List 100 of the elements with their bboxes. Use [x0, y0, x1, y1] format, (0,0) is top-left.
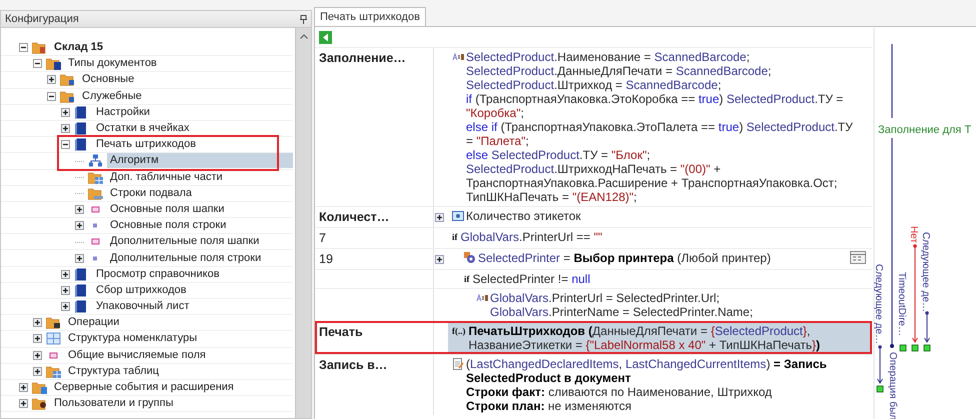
pin-icon[interactable]	[300, 14, 307, 24]
tree-item[interactable]: Операции	[65, 315, 293, 330]
collapse-toggle[interactable]	[61, 140, 70, 150]
tree-item[interactable]: Доп. табличные части	[107, 170, 293, 185]
collapse-toggle[interactable]	[47, 92, 56, 101]
code-block[interactable]: if SelectedPrinter != null	[448, 270, 872, 288]
tree-item[interactable]: Основные поля строки	[107, 218, 293, 234]
tree-item[interactable]: Общие вычисляемые поля	[65, 348, 293, 363]
tree-item[interactable]: Структура номенклатуры	[65, 331, 293, 346]
step-marker: f(..)	[452, 325, 466, 338]
tree-item[interactable]: Структура таблиц	[65, 364, 293, 379]
calendar-icon[interactable]	[850, 251, 866, 264]
tree-item[interactable]: Настройки	[93, 104, 293, 120]
code-line: SelectedProduct в документ	[466, 371, 632, 385]
code-line: SelectedProduct.ШтрихкодНаПечать = "(00)" +	[466, 162, 722, 176]
expand-toggle[interactable]	[61, 108, 70, 117]
code-line: = "Палета";	[466, 134, 530, 148]
gear-icon	[464, 252, 476, 264]
expand-toggle[interactable]	[75, 204, 84, 214]
expand-toggle[interactable]	[61, 124, 70, 134]
expand-toggle[interactable]	[434, 255, 444, 264]
expand-toggle[interactable]	[33, 350, 42, 360]
tree-item[interactable]: Строки подвала	[107, 186, 293, 201]
tree-item[interactable]: Пользователи и группы	[51, 396, 293, 412]
port-square[interactable]	[900, 344, 906, 352]
expand-toggle[interactable]	[61, 302, 70, 312]
tree-item[interactable]: Дополнительные поля строки	[107, 250, 293, 266]
code-block[interactable]: if GlobalVars.PrinterUrl == ""	[448, 228, 872, 248]
tree-item[interactable]: Алгоритм	[107, 153, 293, 168]
step-label: 7	[319, 231, 326, 245]
tree-item[interactable]: Сбор штрихкодов	[93, 282, 293, 298]
folder-icon	[46, 364, 61, 378]
folder-icon	[60, 73, 75, 86]
code-block[interactable]: GlobalVars.PrinterUrl = SelectedPrinter.Url; GlobalVars.PrinterName = SelectedPrinter.Name;	[448, 289, 872, 321]
expand-toggle[interactable]	[75, 254, 84, 263]
collapse-toggle[interactable]	[19, 43, 28, 52]
step-label: Заполнение…	[319, 51, 406, 65]
folder-icon	[32, 397, 47, 410]
code-line: ТранспортнаяУпаковка.Расширение + ТранспортнаяУпаковка.Ост;	[466, 176, 838, 190]
expand-toggle[interactable]	[61, 270, 70, 279]
expand-toggle[interactable]	[47, 75, 56, 84]
expand-toggle[interactable]	[19, 399, 28, 408]
tree-item[interactable]: Упаковочный лист	[93, 299, 293, 314]
group-icon	[452, 210, 464, 222]
scrollbar[interactable]	[295, 28, 311, 418]
connector-arrow	[877, 345, 883, 384]
code-line: ПечатьШтрихкодов (ДанныеДляПечати = {SelectedProduct},	[468, 324, 812, 338]
expand-toggle[interactable]	[33, 334, 42, 344]
expand-toggle[interactable]	[33, 366, 42, 376]
book-icon	[74, 284, 89, 297]
code-line: SelectedProduct.ДанныеДляПечати = ScannedBarcode;	[466, 64, 772, 78]
assign-icon	[452, 51, 464, 63]
tree-item[interactable]: Печать штрихкодов	[93, 137, 293, 152]
tab[interactable]: Печать штрихкодов	[314, 7, 426, 26]
folder-icon	[46, 57, 61, 70]
tree-item[interactable]: Основные поля шапки	[107, 202, 293, 217]
step-label: 19	[319, 252, 333, 266]
code-line: else if (ТранспортнаяУпаковка.ЭтоПалета == true) SelectedProduct.ТУ	[466, 120, 853, 134]
code-block[interactable]: (LastChangedDeclaredItems, LastChangedCurrentItems) = Запись SelectedProduct в документ Строки факт: сливаются по Наименование, Штрихкод Строки план: не изменяются	[448, 355, 872, 415]
connector-label: Нет	[908, 226, 919, 244]
tree-item[interactable]: Остатки в ячейках	[93, 121, 293, 136]
code-block[interactable]: SelectedPrinter = Выбор принтера (Любой принтер)	[448, 249, 872, 269]
port-square[interactable]	[924, 344, 930, 352]
expand-toggle[interactable]	[75, 221, 84, 230]
tree-item[interactable]: Основные	[79, 72, 293, 88]
tree-item[interactable]: Дополнительные поля шапки	[107, 234, 293, 250]
port-square[interactable]	[876, 386, 884, 392]
connector-arrow	[924, 311, 930, 343]
code-line: Строки план: не изменяются	[466, 399, 633, 413]
folder-icon	[32, 41, 47, 54]
code-block[interactable]: Количество этикеток	[448, 207, 872, 227]
expand-toggle[interactable]	[61, 286, 70, 295]
book-icon	[74, 138, 89, 152]
expand-toggle[interactable]	[19, 383, 28, 392]
folder-icon	[60, 90, 75, 103]
connector-label: TimeoutDire…	[896, 272, 907, 336]
chevron-up-icon[interactable]	[300, 34, 308, 39]
port-square[interactable]	[912, 344, 918, 352]
code-line: "Коробка";	[466, 106, 525, 120]
back-icon[interactable]	[319, 30, 332, 44]
collapse-toggle[interactable]	[33, 59, 42, 68]
assign-icon	[476, 292, 488, 304]
code-line: GlobalVars.PrinterUrl = SelectedPrinter.Url;	[490, 291, 721, 305]
tree-item[interactable]: Типы документов	[65, 56, 293, 72]
connector-label: Следующее де…	[920, 232, 931, 312]
tree-item[interactable]: Склад 15	[51, 40, 293, 56]
book-icon	[74, 300, 89, 314]
tree-item[interactable]: Служебные	[79, 88, 293, 104]
folder-icon	[88, 170, 103, 184]
expand-toggle[interactable]	[33, 318, 42, 328]
book-icon	[74, 122, 89, 136]
folder-icon	[32, 381, 47, 394]
folder-icon	[46, 316, 61, 330]
tree-item[interactable]: Серверные события и расширения	[51, 380, 293, 396]
expand-toggle[interactable]	[434, 213, 444, 222]
tree-item[interactable]: Просмотр справочников	[93, 266, 293, 282]
book-icon	[74, 106, 89, 119]
code-block[interactable]: f(..) ПечатьШтрихкодов (ДанныеДляПечати = {SelectedProduct}, НазваниеЭтикетки = {"LabelNormal58 x 40" + ТипШКНаПечать})	[448, 322, 872, 354]
code-line: SelectedPrinter = Выбор принтера (Любой принтер)	[478, 251, 771, 265]
code-line: else SelectedProduct.ТУ = "Блок";	[466, 148, 652, 162]
